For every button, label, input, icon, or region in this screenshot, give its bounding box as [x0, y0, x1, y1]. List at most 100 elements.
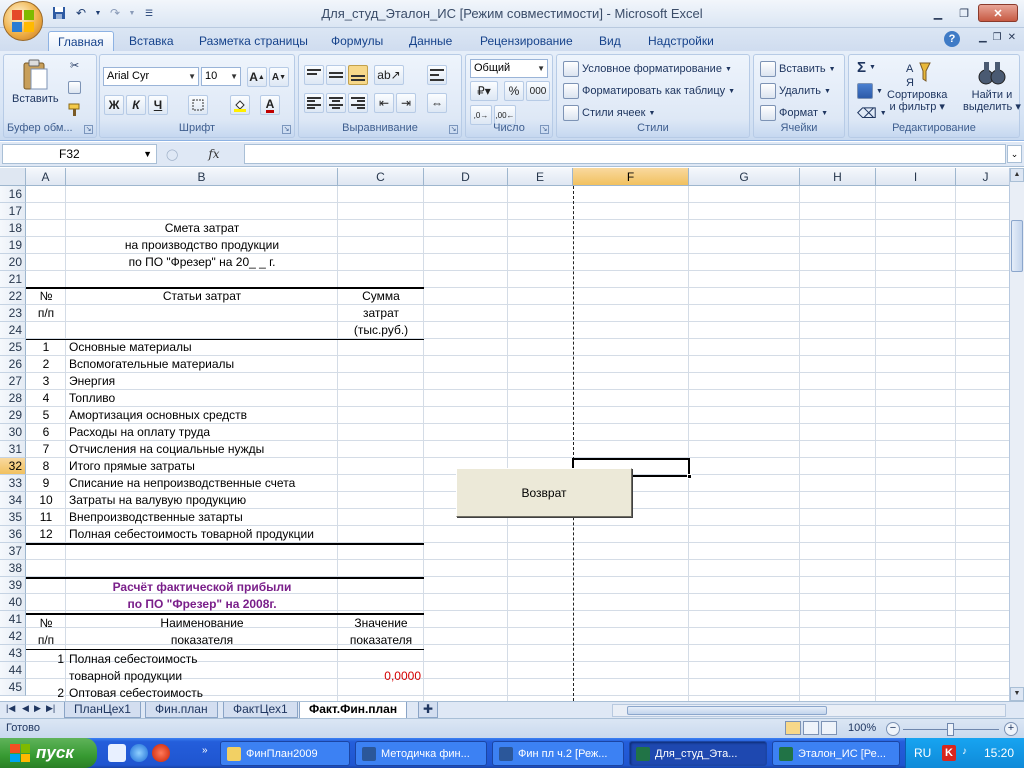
row-header[interactable]: 20	[0, 254, 26, 271]
column-header-b[interactable]: B	[66, 168, 338, 186]
tab-insert[interactable]: Вставка	[120, 31, 183, 52]
align-top-icon[interactable]	[304, 65, 324, 85]
row-header[interactable]: 34	[0, 492, 26, 509]
copy-icon[interactable]	[68, 81, 81, 94]
column-header-g[interactable]: G	[689, 168, 800, 186]
opera-icon[interactable]	[152, 744, 170, 762]
percent-button[interactable]: %	[504, 81, 524, 101]
start-button[interactable]: пуск	[0, 738, 97, 768]
align-right-icon[interactable]	[348, 93, 368, 113]
desktop-icon[interactable]	[108, 744, 126, 762]
column-header-d[interactable]: D	[424, 168, 508, 186]
fill-icon[interactable]: ▼	[857, 83, 883, 99]
orientation-icon[interactable]: ab↗	[374, 65, 404, 85]
font-color-icon[interactable]: A	[260, 95, 280, 115]
zoom-out-icon[interactable]: −	[886, 722, 900, 736]
normal-view-icon[interactable]	[785, 721, 801, 735]
wrap-text-icon[interactable]	[427, 65, 447, 85]
sheet-tab[interactable]: ПланЦех1	[64, 702, 141, 718]
delete-cells-button[interactable]: Удалить ▼	[760, 83, 831, 99]
horizontal-scrollbar[interactable]	[612, 704, 1006, 717]
vertical-scroll-thumb[interactable]	[1011, 220, 1023, 272]
column-header-e[interactable]: E	[508, 168, 573, 186]
quicklaunch-more-icon[interactable]: »	[202, 745, 208, 756]
scroll-down-icon[interactable]: ▼	[1010, 687, 1024, 701]
thousands-button[interactable]: 000	[526, 81, 550, 101]
row-header[interactable]: 36	[0, 526, 26, 543]
format-as-table-button[interactable]: Форматировать как таблицу ▼	[563, 83, 735, 99]
formula-input[interactable]	[244, 144, 1006, 164]
volume-icon[interactable]: ♪	[962, 746, 967, 757]
sheet-tab[interactable]: ФактЦех1	[223, 702, 298, 718]
row-header[interactable]: 16	[0, 186, 26, 203]
help-icon[interactable]: ?	[944, 31, 960, 47]
insert-sheet-icon[interactable]: ✚	[418, 702, 439, 718]
align-left-icon[interactable]	[304, 93, 324, 113]
row-header[interactable]: 45	[0, 679, 26, 696]
row-header[interactable]: 18	[0, 220, 26, 237]
borders-icon[interactable]	[188, 95, 208, 115]
tab-formulas[interactable]: Формулы	[322, 31, 392, 52]
taskbar-item-active[interactable]: Для_студ_Эта...	[629, 741, 767, 766]
column-header-i[interactable]: I	[876, 168, 956, 186]
restore-icon[interactable]: ❐	[952, 4, 976, 22]
align-center-icon[interactable]	[326, 93, 346, 113]
insert-cells-button[interactable]: Вставить ▼	[760, 61, 836, 77]
column-header-j[interactable]: J	[956, 168, 1009, 186]
zoom-level[interactable]: 100%	[848, 722, 876, 734]
tab-addins[interactable]: Надстройки	[639, 31, 723, 52]
expand-formula-bar-icon[interactable]: ⌄	[1007, 145, 1022, 163]
wb-close-icon[interactable]: ✕	[1008, 32, 1016, 43]
clear-icon[interactable]: ⌫ ▼	[857, 105, 887, 122]
row-header[interactable]: 32	[0, 458, 26, 475]
column-header-c[interactable]: C	[338, 168, 424, 186]
name-box-dropdown-icon[interactable]: ▼	[143, 145, 152, 163]
row-header[interactable]: 31	[0, 441, 26, 458]
find-select-button[interactable]: Найти и выделить ▾	[963, 59, 1021, 113]
tab-data[interactable]: Данные	[400, 31, 461, 52]
minimize-icon[interactable]: ▁	[926, 4, 950, 22]
fill-handle[interactable]	[687, 474, 692, 479]
office-button[interactable]	[3, 1, 43, 41]
autosum-button[interactable]: Σ ▼	[857, 59, 876, 76]
currency-icon[interactable]: ₽▾	[470, 81, 498, 101]
worksheet-grid[interactable]: A B C D E F G H I J 16 17 18 19 20 21 22 23 24 25…	[0, 168, 1009, 701]
taskbar-item[interactable]: Методичка фин...	[355, 741, 487, 766]
align-middle-icon[interactable]	[326, 65, 346, 85]
row-header[interactable]: 33	[0, 475, 26, 492]
row-header[interactable]: 17	[0, 203, 26, 220]
italic-button[interactable]: К	[126, 95, 146, 115]
tab-page-layout[interactable]: Разметка страницы	[190, 31, 317, 52]
alignment-launcher-icon[interactable]: ↘	[449, 125, 458, 134]
page-layout-view-icon[interactable]	[803, 721, 819, 735]
row-header[interactable]: 28	[0, 390, 26, 407]
shrink-font-icon[interactable]: A ▼	[269, 67, 289, 87]
cut-icon[interactable]: ✂	[70, 59, 79, 72]
formula-cancel-icon[interactable]: ◯	[166, 148, 178, 161]
paste-button[interactable]: Вставить	[12, 59, 59, 105]
row-header[interactable]: 44	[0, 662, 26, 679]
prev-sheet-icon[interactable]: ◀	[22, 703, 29, 714]
tab-home[interactable]: Главная	[48, 31, 114, 52]
taskbar-item[interactable]: Эталон_ИС [Ре...	[772, 741, 900, 766]
bold-button[interactable]: Ж	[104, 95, 124, 115]
tab-review[interactable]: Рецензирование	[471, 31, 582, 52]
column-header-f[interactable]: F	[573, 168, 689, 186]
clipboard-launcher-icon[interactable]: ↘	[84, 125, 93, 134]
font-size-select[interactable]: 10 ▼	[201, 67, 241, 86]
font-launcher-icon[interactable]: ↘	[282, 125, 291, 134]
cell-styles-button[interactable]: Стили ячеек ▼	[563, 105, 655, 121]
fill-color-icon[interactable]	[230, 95, 250, 115]
row-header[interactable]: 37	[0, 543, 26, 560]
sheet-tab-active[interactable]: Факт.Фин.план	[299, 702, 408, 719]
row-header[interactable]: 22	[0, 288, 26, 305]
name-box[interactable]: F32 ▼	[2, 144, 157, 164]
tab-view[interactable]: Вид	[590, 31, 630, 52]
row-header[interactable]: 39	[0, 577, 26, 594]
zoom-slider-thumb[interactable]	[947, 723, 954, 736]
row-header[interactable]: 42	[0, 628, 26, 645]
number-launcher-icon[interactable]: ↘	[540, 125, 549, 134]
font-name-select[interactable]: Arial Cyr ▼	[103, 67, 199, 86]
row-header[interactable]: 24	[0, 322, 26, 339]
last-sheet-icon[interactable]: ▶|	[46, 703, 55, 714]
